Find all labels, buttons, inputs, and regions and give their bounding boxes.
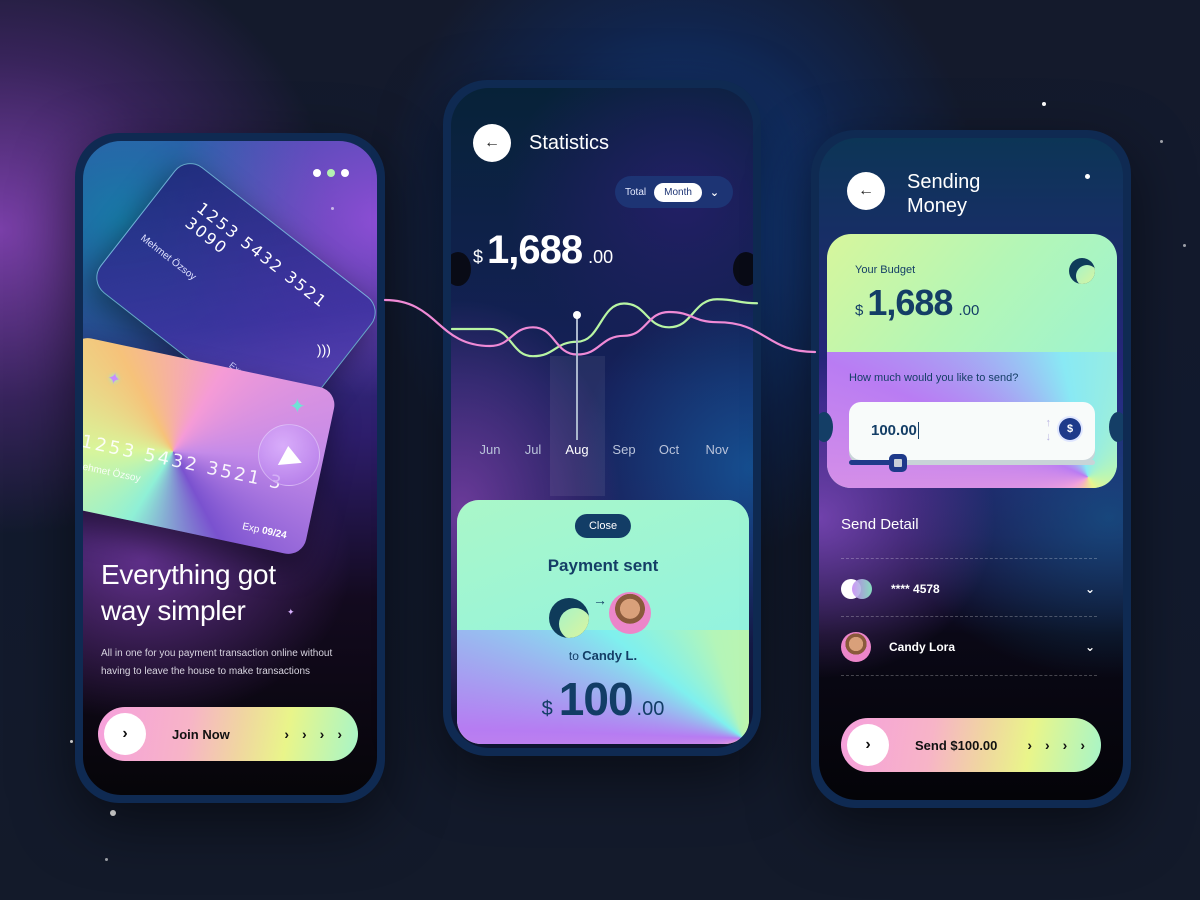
star-decoration	[1042, 102, 1046, 106]
subtext: All in one for you payment transaction o…	[101, 648, 333, 677]
divider	[841, 675, 1097, 676]
star-decoration	[331, 207, 334, 210]
ticket-notch	[733, 252, 753, 286]
card-number: 1253 5432 3521 3	[83, 431, 286, 495]
back-button[interactable]: ←	[473, 124, 511, 162]
page-title: Statistics	[529, 132, 610, 154]
headline-line-2: way simpler	[101, 595, 246, 626]
sent-amount: $ 100 .00	[541, 673, 665, 725]
back-button[interactable]: ←	[847, 172, 885, 210]
onboarding-screen: 1253 5432 3521 3090 Mehmet Özsoy ))) Exp…	[83, 141, 377, 795]
x-tick-label[interactable]: Jun	[480, 442, 501, 457]
toggle-month[interactable]: Month	[654, 182, 702, 202]
x-tick-label[interactable]: Nov	[705, 442, 728, 457]
period-toggle[interactable]: Total Month ⌄	[615, 176, 733, 208]
recipient-select[interactable]: Candy Lora ⌄	[841, 627, 1097, 667]
amount-input-value[interactable]: 100.00	[871, 422, 919, 439]
chevron-down-icon[interactable]: ⌄	[1085, 582, 1095, 596]
headline-line-1: Everything got	[101, 559, 276, 590]
star-decoration	[1160, 140, 1163, 143]
budget-amount: $ 1,688 .00	[855, 282, 980, 323]
slider-handle[interactable]	[889, 454, 908, 472]
star-decoration	[110, 810, 116, 816]
chevron-down-icon[interactable]: ⌄	[1085, 640, 1095, 654]
card-expiry: Exp 09/24	[241, 521, 288, 542]
selected-month-highlight	[550, 356, 605, 496]
brand-logo-icon	[258, 424, 320, 486]
send-button-label: Send $100.00	[915, 737, 998, 753]
section-title: Send Detail	[841, 516, 919, 533]
card-brand-icon	[841, 579, 873, 599]
amount-input[interactable]: 100.00 ↑ ↓ $	[849, 402, 1095, 460]
divider	[841, 558, 1097, 559]
sparkle-icon: ✦	[287, 607, 295, 617]
modal-title: Payment sent	[547, 556, 659, 575]
star-decoration	[70, 740, 73, 743]
more-dots-icon[interactable]	[313, 169, 349, 177]
recipient-name: Candy Lora	[889, 640, 956, 654]
sending-money-screen: ← Sending Money Your Budget $ 1,688 .00 …	[819, 138, 1123, 800]
x-tick-label[interactable]: Jul	[525, 442, 542, 457]
wallet-logo-icon	[549, 598, 589, 638]
recipient-avatar	[609, 592, 651, 634]
close-button[interactable]: Close	[574, 514, 632, 538]
wallet-logo-icon	[1069, 258, 1095, 284]
statistics-screen: ← Statistics Total Month ⌄ $ 1,688 .00 J…	[451, 88, 753, 748]
join-now-button[interactable]: › Join Now › › › ›	[98, 707, 358, 761]
dollar-icon[interactable]: $	[1059, 418, 1081, 440]
sending-money-phone: ← Sending Money Your Budget $ 1,688 .00 …	[811, 130, 1131, 808]
chevron-right-icon: ›	[847, 724, 889, 766]
arrow-right-icon: →	[593, 592, 607, 608]
payment-sent-modal: Close Payment sent → to Candy L. $ 100 .…	[457, 500, 749, 744]
swap-arrows-icon[interactable]: ↑ ↓	[1046, 416, 1052, 444]
amount-question: How much would you like to send?	[849, 372, 1019, 384]
recipient-avatar	[841, 632, 871, 662]
arrow-left-icon: ←	[858, 182, 874, 199]
ticket-notch	[451, 252, 471, 286]
card-notch	[1109, 412, 1123, 442]
recipient-line: to Candy L.	[568, 648, 638, 663]
chevron-right-icon: ›	[104, 713, 146, 755]
send-money-button[interactable]: › Send $100.00 › › › ›	[841, 718, 1101, 772]
x-tick-label[interactable]: Sep	[612, 442, 635, 457]
join-now-label: Join Now	[172, 726, 230, 742]
star-decoration	[105, 858, 108, 861]
page-title: Sending Money	[907, 171, 981, 217]
divider	[841, 616, 1097, 617]
amount-slider[interactable]	[849, 454, 1095, 472]
budget-card: Your Budget $ 1,688 .00 How much would y…	[827, 234, 1117, 488]
sparkle-icon: ✦	[289, 396, 306, 418]
balance-amount: $ 1,688 .00	[473, 228, 614, 272]
x-tick-label[interactable]: Aug	[565, 442, 588, 457]
star-decoration	[1085, 174, 1090, 179]
chevrons-icon: › › › ›	[284, 726, 342, 742]
star-decoration	[1183, 244, 1186, 247]
chevron-down-icon[interactable]: ⌄	[710, 186, 719, 199]
sparkle-icon: ✦	[105, 369, 123, 390]
statistics-phone: ← Statistics Total Month ⌄ $ 1,688 .00 J…	[443, 80, 761, 756]
card-number: 1253 5432 3521 3090	[181, 198, 332, 313]
card-holder: Mehmet Özsoy	[83, 459, 142, 485]
nfc-icon: )))	[316, 341, 331, 358]
budget-label: Your Budget	[855, 264, 916, 276]
card-number-label: **** 4578	[891, 582, 940, 596]
transfer-graphic: →	[549, 592, 659, 638]
chevrons-icon: › › › ›	[1027, 737, 1085, 753]
card-holder: Mehmet Özsoy	[138, 232, 199, 283]
onboarding-phone: 1253 5432 3521 3090 Mehmet Özsoy ))) Exp…	[75, 133, 385, 803]
toggle-total[interactable]: Total	[625, 187, 646, 198]
x-tick-label[interactable]: Oct	[659, 442, 679, 457]
headline: Everything got way simpler	[101, 557, 276, 629]
payment-card-select[interactable]: **** 4578 ⌄	[841, 569, 1097, 609]
arrow-left-icon: ←	[484, 134, 500, 151]
